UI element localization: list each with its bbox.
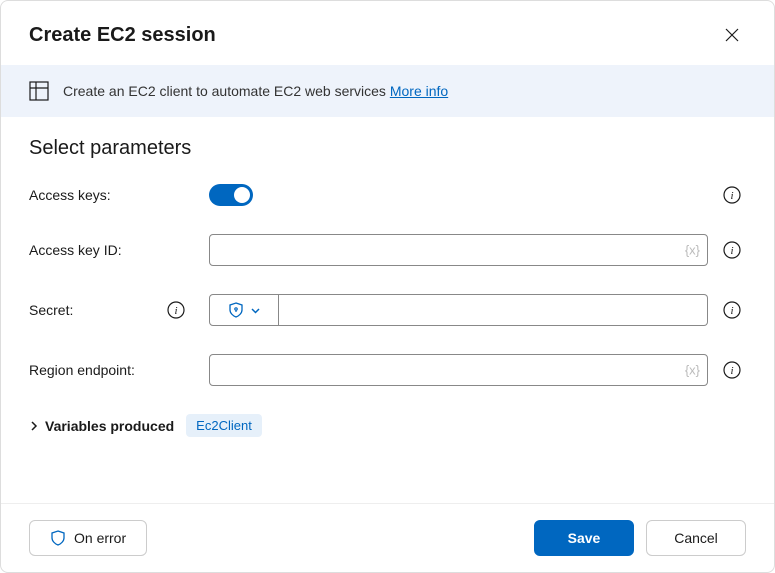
dialog-footer: On error Save Cancel [1, 503, 774, 572]
dialog-header: Create EC2 session [1, 1, 774, 65]
toggle-knob [234, 187, 250, 203]
more-info-link[interactable]: More info [390, 83, 448, 99]
svg-text:i: i [730, 365, 733, 377]
region-endpoint-row: Region endpoint: {x} i [29, 354, 746, 386]
info-banner: Create an EC2 client to automate EC2 web… [1, 65, 774, 117]
cancel-button[interactable]: Cancel [646, 520, 746, 556]
secret-type-dropdown[interactable] [209, 294, 279, 326]
access-keys-label: Access keys: [29, 187, 111, 203]
secret-input[interactable] [279, 294, 708, 326]
info-icon[interactable]: i [723, 241, 741, 259]
close-icon [725, 28, 739, 42]
info-icon[interactable]: i [723, 301, 741, 319]
secret-row: Secret: i i [29, 294, 746, 326]
access-key-id-row: Access key ID: {x} i [29, 234, 746, 266]
access-key-id-input[interactable] [209, 234, 708, 266]
on-error-button[interactable]: On error [29, 520, 147, 556]
variable-badge[interactable]: Ec2Client [186, 414, 262, 437]
content-area: Select parameters Access keys: i Access … [1, 117, 774, 503]
info-icon[interactable]: i [723, 361, 741, 379]
access-keys-toggle[interactable] [209, 184, 253, 206]
banner-text: Create an EC2 client to automate EC2 web… [63, 83, 448, 99]
shield-icon [228, 302, 244, 318]
variables-expander[interactable]: Variables produced [29, 418, 174, 434]
access-keys-row: Access keys: i [29, 184, 746, 206]
info-icon[interactable]: i [723, 186, 741, 204]
secret-label: Secret: [29, 302, 73, 318]
svg-text:i: i [730, 190, 733, 202]
variables-label: Variables produced [45, 418, 174, 434]
svg-text:i: i [730, 245, 733, 257]
svg-text:i: i [174, 305, 177, 317]
info-icon[interactable]: i [167, 301, 185, 319]
region-endpoint-input[interactable] [209, 354, 708, 386]
shield-outline-icon [50, 530, 66, 546]
chevron-down-icon [250, 305, 261, 316]
section-title: Select parameters [29, 137, 746, 160]
dialog-title: Create EC2 session [29, 24, 216, 47]
action-banner-icon [29, 81, 49, 101]
region-endpoint-label: Region endpoint: [29, 362, 135, 378]
close-button[interactable] [718, 21, 746, 49]
access-key-id-label: Access key ID: [29, 242, 122, 258]
save-button[interactable]: Save [534, 520, 634, 556]
chevron-right-icon [29, 421, 39, 431]
svg-text:i: i [730, 305, 733, 317]
variables-produced-row: Variables produced Ec2Client [29, 414, 746, 437]
